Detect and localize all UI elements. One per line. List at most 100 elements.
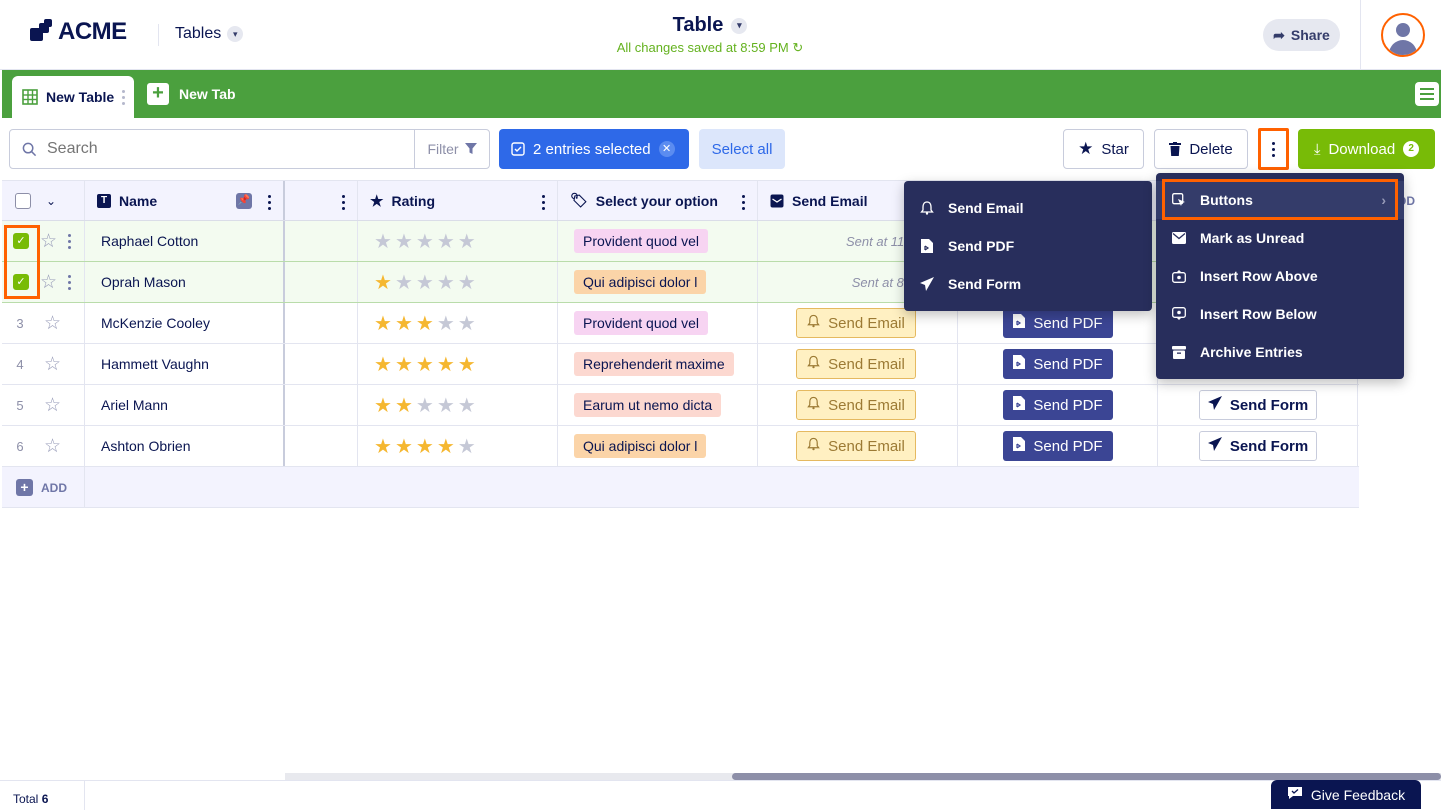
send-pdf-button[interactable]: Send PDF (1003, 431, 1113, 461)
option-cell[interactable]: Earum ut nemo dicta (558, 385, 758, 425)
give-feedback-button[interactable]: Give Feedback (1271, 780, 1421, 809)
scrollbar-thumb[interactable] (732, 773, 1441, 780)
rating-cell[interactable]: ★ ★ ★ ★ ★ (358, 385, 558, 425)
rating-star-icon[interactable]: ★ (458, 311, 476, 336)
user-avatar[interactable] (1381, 13, 1425, 57)
rating-cell[interactable]: ★ ★ ★ ★ ★ (358, 426, 558, 466)
horizontal-scrollbar[interactable] (285, 773, 1441, 780)
select-options-chevron-down-icon[interactable]: ⌄ (46, 194, 56, 208)
row-star-icon[interactable]: ☆ (44, 312, 61, 335)
column-name-options-icon[interactable] (268, 195, 271, 210)
rating-star-icon[interactable]: ★ (416, 434, 434, 459)
name-cell[interactable]: Raphael Cotton (85, 221, 285, 261)
rating-star-icon[interactable]: ★ (374, 270, 392, 295)
submenu-send-form[interactable]: Send Form (904, 265, 1152, 303)
rating-stars[interactable]: ★ ★ ★ ★ ★ (374, 229, 476, 254)
rating-star-icon[interactable]: ★ (437, 311, 455, 336)
rating-star-icon[interactable]: ★ (437, 229, 455, 254)
new-tab-button[interactable]: + New Tab (147, 83, 236, 105)
column-header-name[interactable]: T Name 📌 (85, 181, 285, 220)
select-all-button[interactable]: Select all (699, 129, 785, 169)
rating-stars[interactable]: ★ ★ ★ ★ ★ (374, 434, 476, 459)
rating-star-icon[interactable]: ★ (437, 393, 455, 418)
acme-logo[interactable]: ACME (30, 18, 127, 46)
row-star-icon[interactable]: ☆ (40, 230, 57, 253)
name-cell[interactable]: Hammett Vaughn (85, 344, 285, 384)
column-header-select-option[interactable]: 🏷 Select your option (558, 181, 758, 220)
hidden-cell[interactable] (285, 344, 358, 384)
send-pdf-button[interactable]: Send PDF (1003, 390, 1113, 420)
rating-star-icon[interactable]: ★ (416, 229, 434, 254)
hidden-cell[interactable] (285, 262, 358, 302)
send-email-cell[interactable]: Send Email (758, 426, 958, 466)
rating-star-icon[interactable]: ★ (374, 229, 392, 254)
name-cell[interactable]: Ariel Mann (85, 385, 285, 425)
send-form-button[interactable]: Send Form (1199, 390, 1317, 420)
send-email-button[interactable]: Send Email (796, 390, 916, 420)
rating-stars[interactable]: ★ ★ ★ ★ ★ (374, 270, 476, 295)
rating-star-icon[interactable]: ★ (437, 270, 455, 295)
rating-star-icon[interactable]: ★ (395, 229, 413, 254)
column-hidden-options-icon[interactable] (342, 195, 345, 210)
add-row-button[interactable]: + ADD (16, 479, 67, 496)
search-input[interactable] (47, 140, 387, 158)
row-star-icon[interactable]: ☆ (44, 394, 61, 417)
option-cell[interactable]: Provident quod vel (558, 221, 758, 261)
submenu-send-email[interactable]: Send Email (904, 189, 1152, 227)
rating-star-icon[interactable]: ★ (458, 434, 476, 459)
menu-item-archive-entries[interactable]: Archive Entries (1156, 333, 1404, 371)
rating-star-icon[interactable]: ★ (437, 352, 455, 377)
rating-star-icon[interactable]: ★ (458, 229, 476, 254)
column-rating-options-icon[interactable] (542, 195, 545, 210)
send-email-cell[interactable]: Send Email (758, 385, 958, 425)
filter-button[interactable]: Filter (414, 129, 490, 169)
menu-item-mark-unread[interactable]: Mark as Unread (1156, 219, 1404, 257)
rating-star-icon[interactable]: ★ (395, 434, 413, 459)
rating-star-icon[interactable]: ★ (395, 393, 413, 418)
page-title[interactable]: Table ▾ (673, 14, 748, 37)
rating-stars[interactable]: ★ ★ ★ ★ ★ (374, 311, 476, 336)
send-pdf-cell[interactable]: Send PDF (958, 385, 1158, 425)
hidden-cell[interactable] (285, 426, 358, 466)
send-email-cell[interactable]: Send Email (758, 344, 958, 384)
rating-star-icon[interactable]: ★ (395, 270, 413, 295)
share-button[interactable]: ➦ Share (1263, 19, 1340, 51)
rating-star-icon[interactable]: ★ (395, 352, 413, 377)
option-cell[interactable]: Qui adipisci dolor l (558, 426, 758, 466)
name-cell[interactable]: Ashton Obrien (85, 426, 285, 466)
delete-button[interactable]: Delete (1154, 129, 1248, 169)
name-cell[interactable]: McKenzie Cooley (85, 303, 285, 343)
rating-star-icon[interactable]: ★ (374, 393, 392, 418)
clear-selection-close-icon[interactable]: ✕ (658, 141, 675, 157)
rating-star-icon[interactable]: ★ (374, 311, 392, 336)
menu-item-insert-row-below[interactable]: Insert Row Below (1156, 295, 1404, 333)
rating-star-icon[interactable]: ★ (458, 393, 476, 418)
name-cell[interactable]: Oprah Mason (85, 262, 285, 302)
send-pdf-button[interactable]: Send PDF (1003, 349, 1113, 379)
pin-icon[interactable]: 📌 (236, 193, 252, 209)
rating-star-icon[interactable]: ★ (416, 393, 434, 418)
more-options-button[interactable] (1258, 128, 1289, 170)
hidden-cell[interactable] (285, 221, 358, 261)
send-email-button[interactable]: Send Email (796, 308, 916, 338)
hidden-cell[interactable] (285, 385, 358, 425)
option-cell[interactable]: Qui adipisci dolor l (558, 262, 758, 302)
row-star-icon[interactable]: ☆ (44, 435, 61, 458)
send-pdf-button[interactable]: Send PDF (1003, 308, 1113, 338)
row-star-icon[interactable]: ☆ (40, 271, 57, 294)
send-form-cell[interactable]: Send Form (1158, 385, 1358, 425)
tab-options-icon[interactable] (122, 89, 126, 105)
option-cell[interactable]: Provident quod vel (558, 303, 758, 343)
submenu-send-pdf[interactable]: Send PDF (904, 227, 1152, 265)
rating-cell[interactable]: ★ ★ ★ ★ ★ (358, 262, 558, 302)
hamburger-menu-icon[interactable] (1415, 82, 1439, 106)
tab-new-table[interactable]: New Table (12, 76, 134, 118)
rating-cell[interactable]: ★ ★ ★ ★ ★ (358, 221, 558, 261)
rating-cell[interactable]: ★ ★ ★ ★ ★ (358, 303, 558, 343)
selected-entries-badge[interactable]: 2 entries selected ✕ (499, 129, 689, 169)
menu-item-insert-row-above[interactable]: Insert Row Above (1156, 257, 1404, 295)
send-email-button[interactable]: Send Email (796, 431, 916, 461)
rating-star-icon[interactable]: ★ (458, 270, 476, 295)
rating-star-icon[interactable]: ★ (416, 311, 434, 336)
row-star-icon[interactable]: ☆ (44, 353, 61, 376)
